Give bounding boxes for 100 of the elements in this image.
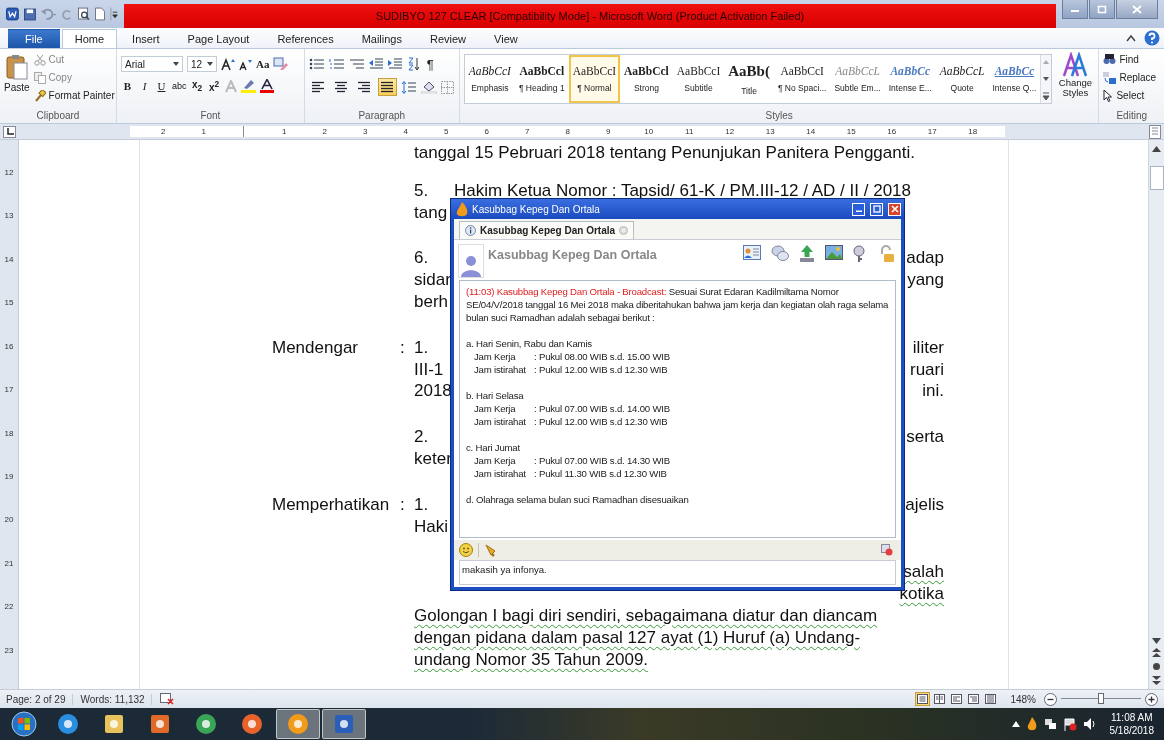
- minimize-button[interactable]: [1062, 0, 1088, 19]
- font-family-field[interactable]: Arial: [121, 56, 183, 72]
- decrease-indent-icon[interactable]: [368, 58, 384, 70]
- increase-indent-icon[interactable]: [387, 58, 403, 70]
- network-icon[interactable]: [1043, 718, 1057, 730]
- proofing-icon[interactable]: [159, 693, 174, 705]
- chat-bubbles-icon[interactable]: [771, 245, 789, 262]
- bell-icon[interactable]: [484, 543, 497, 557]
- help-icon[interactable]: [1144, 30, 1160, 46]
- style-item[interactable]: AaBbCcl ¶ Heading 1: [514, 55, 569, 103]
- cut-button[interactable]: Cut: [33, 52, 115, 67]
- zoom-in-icon[interactable]: [1145, 692, 1158, 706]
- more-styles-icon[interactable]: [1041, 89, 1052, 103]
- scroll-thumb[interactable]: [1149, 166, 1164, 190]
- ribbon-tab[interactable]: Review: [417, 29, 480, 48]
- zoom-out-icon[interactable]: [1044, 692, 1057, 706]
- tab-selector-button[interactable]: [3, 125, 16, 138]
- copy-button[interactable]: Copy: [33, 70, 115, 85]
- ribbon-tab[interactable]: Insert: [119, 29, 173, 48]
- picture-icon[interactable]: [825, 245, 843, 260]
- flame-icon[interactable]: [1026, 717, 1037, 731]
- format-painter-button[interactable]: Format Painter: [33, 88, 115, 103]
- view-button[interactable]: [932, 692, 948, 706]
- font-size-field[interactable]: 12: [187, 56, 217, 72]
- paste-button[interactable]: Paste: [4, 52, 30, 110]
- format-button[interactable]: U: [155, 78, 168, 94]
- customize-caret-icon[interactable]: [109, 7, 118, 21]
- highlight-icon[interactable]: [240, 79, 256, 93]
- style-item[interactable]: AaBbCcL Quote: [935, 55, 989, 103]
- ribbon-tab[interactable]: File: [8, 29, 60, 48]
- style-item[interactable]: AaBbCcI Emphasis: [464, 55, 515, 103]
- borders-icon[interactable]: [440, 80, 454, 94]
- shrink-font-icon[interactable]: [239, 57, 252, 71]
- item-number: 5.: [414, 179, 430, 202]
- action-center-flag-icon[interactable]: [1063, 717, 1077, 731]
- align-button[interactable]: [377, 78, 397, 96]
- style-item[interactable]: AaBbCc Intense Q...: [988, 55, 1041, 103]
- show-marks-button[interactable]: ¶: [423, 56, 437, 72]
- page-count[interactable]: Page: 2 of 29: [6, 693, 73, 705]
- previous-page-icon[interactable]: [1152, 648, 1161, 658]
- ribbon-tab[interactable]: References: [264, 29, 347, 48]
- browse-object-icon[interactable]: [1152, 662, 1161, 671]
- style-item[interactable]: AaBbCcI Subtitle: [672, 55, 725, 103]
- ruler-toggle-icon[interactable]: [1149, 124, 1161, 139]
- bullets-icon[interactable]: [308, 58, 325, 70]
- style-item[interactable]: AaBbCcl Strong: [620, 55, 673, 103]
- collapse-ribbon-icon[interactable]: [1126, 34, 1136, 42]
- format-button[interactable]: B: [121, 78, 134, 94]
- replace-button[interactable]: Replace: [1103, 70, 1160, 85]
- find-button[interactable]: Find: [1103, 52, 1160, 67]
- page-view-icon: [951, 694, 963, 704]
- style-item[interactable]: AaBbCc Intense E...: [884, 55, 936, 103]
- scroll-down-icon[interactable]: [1152, 638, 1161, 644]
- grow-font-icon[interactable]: [221, 57, 235, 71]
- conversation-tab[interactable]: Kasubbag Kepeg Dan Ortala: [459, 221, 635, 239]
- style-item[interactable]: AaBbCcI ¶ No Spaci...: [773, 55, 831, 103]
- zoom-level[interactable]: 148%: [1010, 693, 1036, 705]
- print-preview-icon[interactable]: [77, 7, 90, 21]
- clock-date[interactable]: 5/18/2018: [1109, 724, 1154, 737]
- new-document-icon[interactable]: [94, 7, 105, 21]
- block-icon[interactable]: [881, 544, 893, 556]
- scroll-up-icon[interactable]: [1152, 146, 1161, 152]
- next-page-icon[interactable]: [1152, 675, 1161, 685]
- close-button[interactable]: [1116, 0, 1158, 19]
- select-button[interactable]: Select: [1103, 88, 1160, 103]
- shading-icon[interactable]: [420, 80, 437, 94]
- style-item[interactable]: AaBbCcL Subtle Em...: [830, 55, 885, 103]
- word-logo-icon[interactable]: [6, 7, 19, 21]
- format-button[interactable]: x$^{2}$: [207, 78, 221, 94]
- format-button[interactable]: x$_{2}$: [190, 78, 204, 94]
- ribbon-tab[interactable]: Page Layout: [174, 29, 263, 48]
- view-button[interactable]: [915, 692, 931, 706]
- format-button[interactable]: abc: [172, 78, 187, 94]
- ribbon-tab[interactable]: Mailings: [348, 29, 415, 48]
- style-item[interactable]: AaBb( Title: [724, 55, 774, 103]
- ribbon-tab[interactable]: View: [481, 29, 531, 48]
- style-item[interactable]: AaBbCcI ¶ Normal: [568, 55, 621, 103]
- message-input-field[interactable]: makasih ya infonya.: [459, 560, 896, 585]
- volume-icon[interactable]: [1083, 718, 1097, 730]
- ribbon-tab[interactable]: Home: [61, 29, 118, 48]
- smiley-icon[interactable]: [459, 543, 473, 557]
- change-case-button[interactable]: Aa: [256, 56, 270, 72]
- multilevel-list-icon[interactable]: [348, 58, 365, 70]
- line-spacing-icon[interactable]: [400, 80, 417, 94]
- zoom-slider-thumb[interactable]: [1098, 693, 1104, 704]
- view-button[interactable]: [983, 692, 999, 706]
- clock-time[interactable]: 11:08 AM: [1111, 711, 1153, 724]
- sort-icon[interactable]: [406, 57, 420, 71]
- save-icon[interactable]: [23, 7, 36, 21]
- change-styles-button[interactable]: Change Styles: [1056, 52, 1095, 110]
- contact-card-icon[interactable]: [743, 245, 761, 260]
- word-count[interactable]: Words: 11,132: [80, 693, 152, 705]
- view-button[interactable]: [949, 692, 965, 706]
- maximize-button[interactable]: [1089, 0, 1115, 19]
- show-hidden-icons-icon[interactable]: [1011, 721, 1020, 727]
- font-color-icon[interactable]: [259, 79, 274, 93]
- upload-arrow-icon[interactable]: [799, 245, 815, 263]
- format-button[interactable]: I: [138, 78, 151, 94]
- vertical-scrollbar[interactable]: [1148, 140, 1164, 689]
- view-button[interactable]: [966, 692, 982, 706]
